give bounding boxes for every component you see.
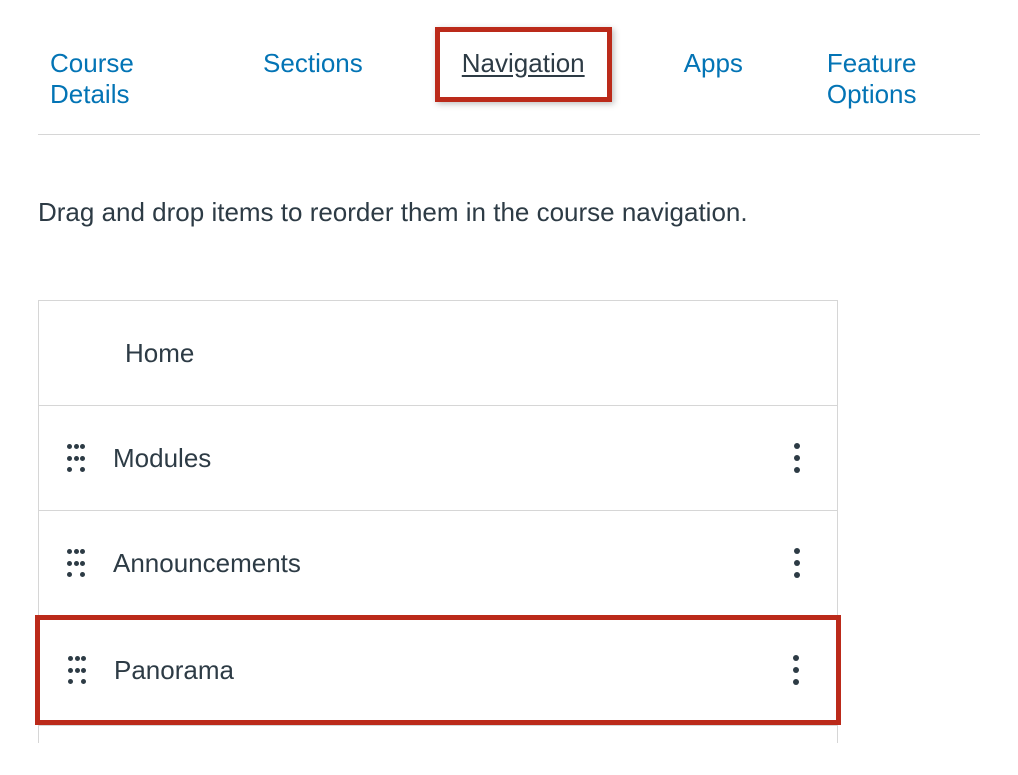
tab-apps[interactable]: Apps bbox=[672, 32, 755, 103]
tabs-row: Course Details Sections Navigation Apps … bbox=[38, 32, 980, 135]
nav-item-home[interactable]: Home bbox=[39, 301, 837, 406]
more-options-icon[interactable] bbox=[793, 548, 801, 578]
drag-handle-icon[interactable] bbox=[68, 656, 86, 684]
nav-item-label: Home bbox=[125, 338, 809, 369]
tab-sections[interactable]: Sections bbox=[251, 32, 375, 103]
nav-item-label: Announcements bbox=[113, 548, 793, 579]
nav-item-stub bbox=[39, 725, 837, 743]
more-options-icon[interactable] bbox=[792, 655, 800, 685]
nav-item-announcements[interactable]: Announcements bbox=[39, 511, 837, 616]
nav-item-modules[interactable]: Modules bbox=[39, 406, 837, 511]
nav-item-label: Modules bbox=[113, 443, 793, 474]
tab-navigation-highlight: Navigation bbox=[435, 27, 612, 102]
tab-navigation[interactable]: Navigation bbox=[440, 32, 607, 97]
nav-item-label: Panorama bbox=[114, 655, 792, 686]
nav-list: Home Modules Announcements bbox=[38, 300, 838, 743]
tab-course-details[interactable]: Course Details bbox=[38, 32, 191, 134]
more-options-icon[interactable] bbox=[793, 443, 801, 473]
tab-feature-options[interactable]: Feature Options bbox=[815, 32, 980, 134]
nav-item-panorama[interactable]: Panorama bbox=[35, 615, 841, 725]
instruction-text: Drag and drop items to reorder them in t… bbox=[38, 197, 980, 228]
drag-handle-icon[interactable] bbox=[67, 549, 85, 577]
drag-handle-icon[interactable] bbox=[67, 444, 85, 472]
